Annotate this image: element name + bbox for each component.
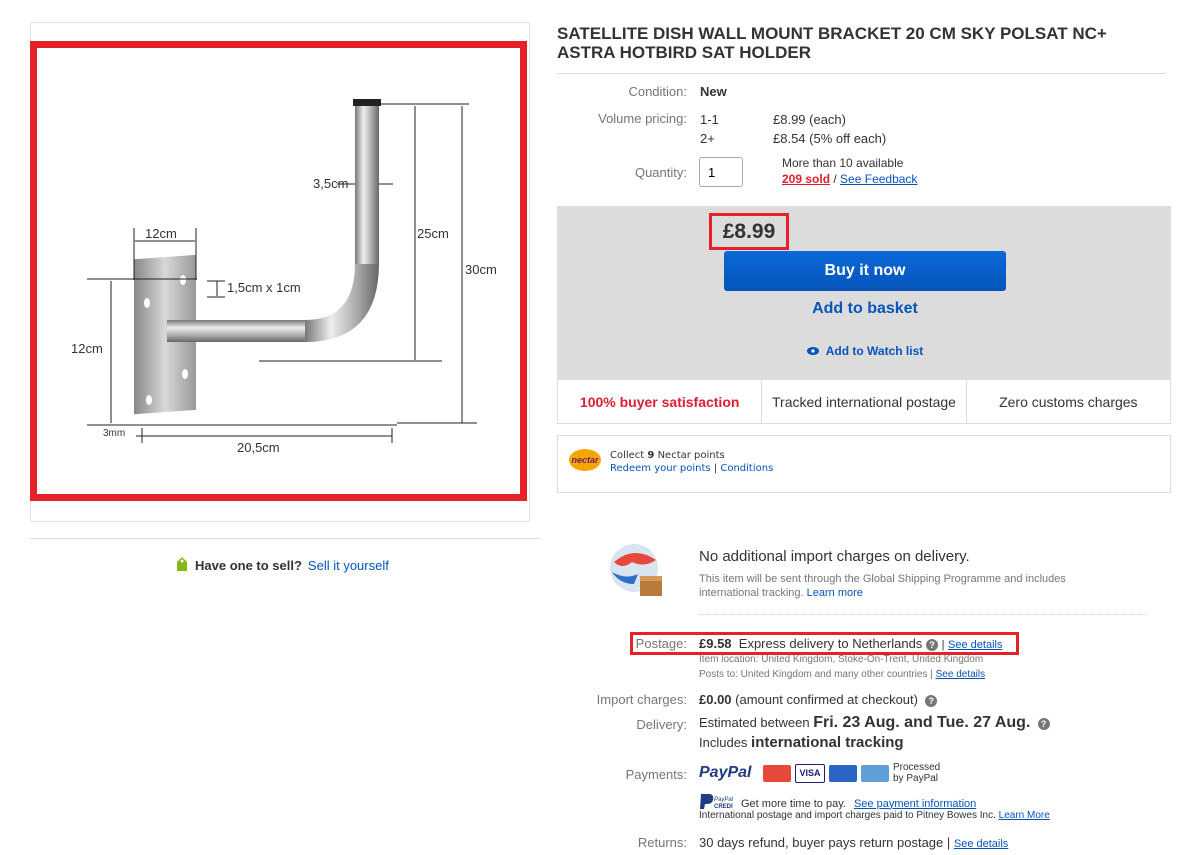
sell-it-yourself-link[interactable]: Sell it yourself [308,558,389,573]
add-to-watchlist-button[interactable]: Add to Watch list [724,344,1006,358]
pitney-learn-more-link[interactable]: Learn More [999,810,1050,821]
nectar-collect-suffix: Nectar points [654,450,725,461]
dim-label-depth: 20,5cm [237,440,280,455]
condition-value: New [700,84,727,99]
zero-customs-badge: Zero customs charges [999,393,1138,410]
gsp-title: No additional import charges on delivery… [699,548,970,565]
delivery-prefix: Estimated between [699,715,814,730]
nectar-text: Collect 9 Nectar points Redeem your poin… [610,449,773,475]
product-image-highlight[interactable]: 3,5cm 12cm 25cm 30cm 1,5cm x 1cm 12cm 20… [30,41,527,501]
price: £8.99 [709,213,789,250]
gsp-description-text: This item will be sent through the Globa… [699,573,1066,599]
tracking-value: international tracking [751,734,904,751]
item-location: Item location: United Kingdom, Stoke-On-… [699,654,984,665]
payment-methods: PayPal VISA Processed by PayPal [699,762,943,784]
dim-label-pipe-diameter: 3,5cm [313,176,348,191]
tier2-price: £8.54 (5% off each) [773,131,887,146]
mastercard-icon [763,764,791,782]
divider [30,538,540,539]
returns-row: 30 days refund, buyer pays return postag… [699,835,1008,850]
dim-label-total-height: 30cm [465,262,497,277]
pitney-bowes-text: International postage and import charges… [699,810,996,821]
tracked-postage-badge: Tracked international postage [762,380,967,423]
posts-to-see-details-link[interactable]: See details [936,669,985,680]
divider [557,73,1166,74]
delivery-estimate-row: Estimated between Fri. 23 Aug. and Tue. … [699,714,1050,732]
posts-to: Posts to: United Kingdom and many other … [699,669,936,680]
import-charges-note: (amount confirmed at checkout) [735,692,918,707]
availability-text: More than 10 available [782,156,904,170]
nectar-logo: nectar [569,449,601,471]
quantity-label: Quantity: [634,165,687,180]
postage-description: Express delivery to Netherlands [738,636,923,651]
postage-price: £9.58 [699,636,732,651]
postage-see-details-link[interactable]: See details [948,639,1002,651]
add-to-basket-button[interactable]: Add to basket [724,300,1006,322]
payments-label: Payments: [625,767,687,782]
credit-text: Get more time to pay. [741,797,846,810]
divider [699,614,1146,615]
help-icon[interactable]: ? [925,694,938,707]
tracking-prefix: Includes [699,735,752,750]
help-icon[interactable]: ? [1037,717,1050,730]
posts-to-row: Posts to: United Kingdom and many other … [699,669,985,680]
global-shipping-icon [604,540,668,609]
sold-count-link[interactable]: 209 sold [782,172,830,186]
condition-label: Condition: [628,84,687,99]
tier1-quantity: 1-1 [700,112,719,127]
volume-pricing-label: Volume pricing: [598,111,687,126]
buy-it-now-button[interactable]: Buy it now [724,251,1006,291]
page-title: SATELLITE DISH WALL MOUNT BRACKET 20 CM … [557,24,1107,62]
sold-feedback-row: 209 sold / See Feedback [782,172,917,186]
returns-value: 30 days refund, buyer pays return postag… [699,835,954,850]
dim-label-vertical-pipe: 25cm [417,226,449,241]
dim-label-plate-height: 12cm [71,341,103,356]
visa-icon: VISA [795,763,825,783]
help-icon[interactable]: ? [925,638,938,651]
nectar-panel: nectar Collect 9 Nectar points Redeem yo… [557,435,1171,493]
processed-by-paypal: Processed by PayPal [893,762,941,784]
watchlist-label: Add to Watch list [825,344,924,358]
see-feedback-link[interactable]: See Feedback [840,172,917,186]
postage-row: £9.58 Express delivery to Netherlands ? … [699,636,1003,651]
returns-see-details-link[interactable]: See details [954,838,1008,850]
svg-text:PayPal: PayPal [714,797,733,803]
sell-question: Have one to sell? [195,558,302,573]
paypal-logo: PayPal [699,764,752,781]
amex-icon [861,764,889,782]
separator: | [710,463,721,474]
trust-badges: 100% buyer satisfaction Tracked internat… [557,379,1171,424]
delivery-label: Delivery: [636,717,687,732]
quantity-input[interactable] [699,157,743,187]
tracking-row: Includes international tracking [699,734,904,751]
maestro-icon [829,764,857,782]
dim-label-plate-thickness: 3mm [103,428,125,439]
bracket-diagram: 3,5cm 12cm 25cm 30cm 1,5cm x 1cm 12cm 20… [71,99,497,455]
nectar-collect-prefix: Collect [610,450,648,461]
buyer-satisfaction-badge: 100% buyer satisfaction [558,380,763,423]
dim-label-plate-width: 12cm [145,226,177,241]
separator: / [830,172,841,186]
returns-label: Returns: [637,835,687,850]
dim-label-hole-size: 1,5cm x 1cm [227,280,301,295]
nectar-conditions-link[interactable]: Conditions [720,463,773,474]
payment-information-link[interactable]: See payment information [854,798,976,810]
import-charges-label: Import charges: [596,692,687,707]
eye-icon [806,344,819,358]
gsp-learn-more-link[interactable]: Learn more [807,587,863,599]
pitney-bowes-row: International postage and import charges… [699,810,1050,821]
tier1-price: £8.99 (each) [773,112,846,127]
import-charges-row: £0.00 (amount confirmed at checkout) ? [699,692,938,707]
sell-prompt: Have one to sell? Sell it yourself [175,556,389,575]
redeem-points-link[interactable]: Redeem your points [610,463,711,474]
delivery-dates: Fri. 23 Aug. and Tue. 27 Aug. [813,714,1031,731]
tier2-quantity: 2+ [700,131,715,146]
price-tag-icon [175,556,189,575]
postage-label: Postage: [635,636,687,651]
gsp-description: This item will be sent through the Globa… [699,572,1119,600]
import-charges-value: £0.00 [699,692,732,707]
